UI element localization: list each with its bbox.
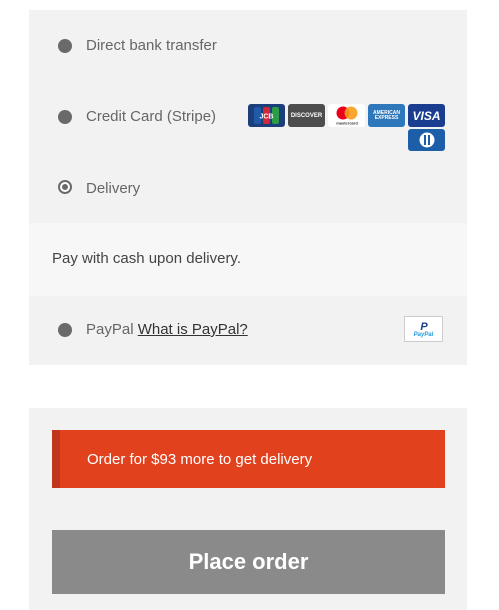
mastercard-card-icon: mastercard [328,104,365,127]
delivery-description: Pay with cash upon delivery. [52,250,241,267]
radio-bank-transfer[interactable] [58,39,72,53]
notice-text: Order for $93 more to get delivery [87,451,313,468]
place-order-button[interactable]: Place order [52,530,445,594]
payment-method-label: PayPal What is PayPal? [86,321,248,338]
jcb-card-icon: JCB [248,104,285,127]
discover-card-icon: DISCOVER [288,104,325,127]
amex-text: AMERICAN EXPRESS [373,109,400,121]
jcb-logo: JCB [254,107,279,124]
payment-method-delivery[interactable]: Delivery [29,151,467,223]
diners-logo [419,132,434,148]
paypal-p-icon: P [420,321,428,332]
payment-method-bank-transfer[interactable]: Direct bank transfer [29,10,467,80]
paypal-logo-text: PayPal [413,332,434,338]
visa-card-icon: VISA [408,104,445,127]
payment-method-label: Direct bank transfer [86,37,217,54]
payment-method-paypal[interactable]: PayPal What is PayPal? P PayPal [29,296,467,365]
payment-methods-panel: Direct bank transfer Credit Card (Stripe… [29,10,467,365]
payment-method-label: Delivery [86,180,141,197]
paypal-label: PayPal [86,321,134,338]
svg-text:mastercard: mastercard [336,121,358,126]
payment-method-label: Credit Card (Stripe) [86,108,217,125]
visa-text: VISA [412,108,441,123]
delivery-minimum-notice: Order for $93 more to get delivery [52,430,445,488]
amex-card-icon: AMERICAN EXPRESS [368,104,405,127]
discover-text: DISCOVER [290,112,323,119]
what-is-paypal-link[interactable]: What is PayPal? [138,321,248,338]
radio-credit-card[interactable] [58,110,72,124]
diners-card-icon [408,129,445,151]
radio-delivery[interactable] [58,180,72,194]
radio-paypal[interactable] [58,323,72,337]
mastercard-logo: mastercard [336,106,358,126]
payment-method-credit-card[interactable]: Credit Card (Stripe) JCB DISCOVER master… [29,80,467,151]
payment-method-description: Pay with cash upon delivery. [29,223,467,296]
order-review-panel: Order for $93 more to get delivery Place… [29,408,467,610]
paypal-logo-icon: P PayPal [404,316,443,342]
svg-text:JCB: JCB [259,114,273,121]
svg-text:P: P [420,321,428,332]
